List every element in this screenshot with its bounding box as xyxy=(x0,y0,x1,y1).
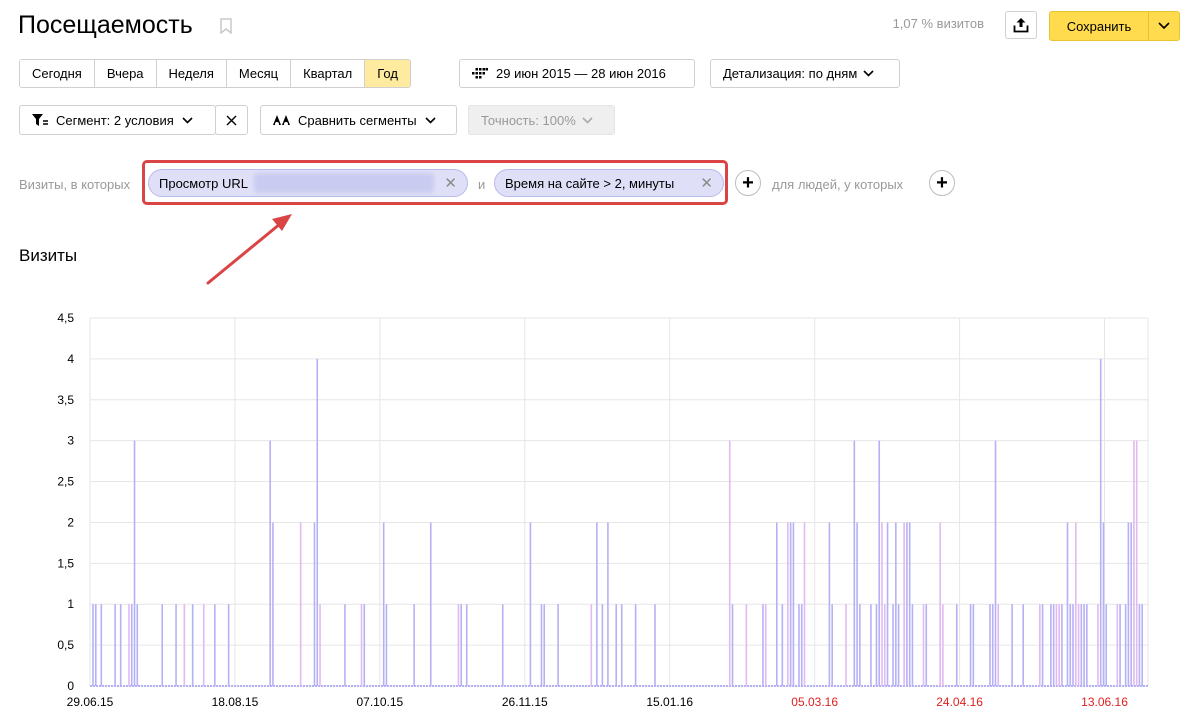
period-button[interactable]: Неделя xyxy=(156,60,227,87)
x-tick-label: 13.06.16 xyxy=(1081,695,1128,709)
page-title: Посещаемость xyxy=(18,11,193,39)
upload-icon xyxy=(1013,18,1029,33)
chevron-down-icon xyxy=(1158,22,1170,30)
x-tick-label: 18.08.15 xyxy=(212,695,259,709)
calendar-icon xyxy=(472,67,488,78)
chevron-down-icon xyxy=(863,70,874,77)
x-tick-label: 15.01.16 xyxy=(646,695,693,709)
x-tick-label: 24.04.16 xyxy=(936,695,983,709)
filter-icon xyxy=(32,113,48,126)
x-tick-label: 29.06.15 xyxy=(67,695,114,709)
clear-segment-button[interactable] xyxy=(215,105,248,135)
period-selector: Сегодня Вчера Неделя Месяц Квартал Год xyxy=(19,59,411,88)
segment-label: Сегмент: 2 условия xyxy=(56,112,174,128)
period-button[interactable]: Вчера xyxy=(94,60,157,87)
y-tick-label: 1,5 xyxy=(57,556,74,570)
add-visit-condition-button[interactable]: + xyxy=(735,170,761,196)
detail-dropdown[interactable]: Детализация: по дням xyxy=(710,59,900,88)
date-range-button[interactable]: 29 июн 2015 — 28 июн 2016 xyxy=(459,59,695,88)
y-tick-label: 3,5 xyxy=(57,393,74,407)
accuracy-label: Точность: 100% xyxy=(481,112,576,128)
chevron-down-icon xyxy=(582,116,593,124)
export-button[interactable] xyxy=(1005,11,1037,39)
people-label: для людей, у которых xyxy=(772,177,904,192)
y-tick-label: 4,5 xyxy=(57,311,74,325)
bookmark-icon[interactable] xyxy=(220,18,232,34)
y-tick-label: 1 xyxy=(67,597,74,611)
period-button[interactable]: Год xyxy=(365,60,410,87)
compare-label: Сравнить сегменты xyxy=(298,112,417,128)
close-icon xyxy=(226,115,237,125)
annotation-highlight-box xyxy=(142,160,728,205)
y-tick-label: 0,5 xyxy=(57,638,74,652)
period-button[interactable]: Квартал xyxy=(291,60,366,87)
compare-segments-dropdown[interactable]: Сравнить сегменты xyxy=(260,105,457,135)
save-menu-button[interactable] xyxy=(1148,11,1180,41)
section-title: Визиты xyxy=(19,246,78,265)
chevron-down-icon xyxy=(425,116,436,124)
detail-label: Детализация: по дням xyxy=(723,66,858,81)
annotation-arrow xyxy=(206,214,292,285)
y-tick-label: 2 xyxy=(67,515,74,529)
y-tick-label: 4 xyxy=(67,352,74,366)
y-tick-label: 3 xyxy=(67,434,74,448)
filter-prefix: Визиты, в которых xyxy=(19,177,131,192)
visits-chart: 0 0,5 1 1,5 2 2,5 3 3,5 4 4,5 29.06.15 18.08.15 07.1… xyxy=(57,311,1149,709)
y-tick-label: 2,5 xyxy=(57,475,74,489)
accuracy-dropdown: Точность: 100% xyxy=(468,105,615,135)
compare-icon xyxy=(273,115,290,126)
visits-share: 1,07 % визитов xyxy=(892,16,984,31)
date-range-label: 29 июн 2015 — 28 июн 2016 xyxy=(496,66,666,81)
period-button[interactable]: Месяц xyxy=(226,60,292,87)
x-tick-label: 05.03.16 xyxy=(791,695,838,709)
chevron-down-icon xyxy=(182,116,193,124)
save-button[interactable]: Сохранить xyxy=(1049,11,1149,41)
y-tick-label: 0 xyxy=(67,679,74,693)
x-tick-label: 07.10.15 xyxy=(357,695,404,709)
period-button[interactable]: Сегодня xyxy=(20,60,95,87)
x-tick-label: 26.11.15 xyxy=(502,695,548,709)
add-people-condition-button[interactable]: + xyxy=(929,170,955,196)
segment-dropdown[interactable]: Сегмент: 2 условия xyxy=(19,105,216,135)
